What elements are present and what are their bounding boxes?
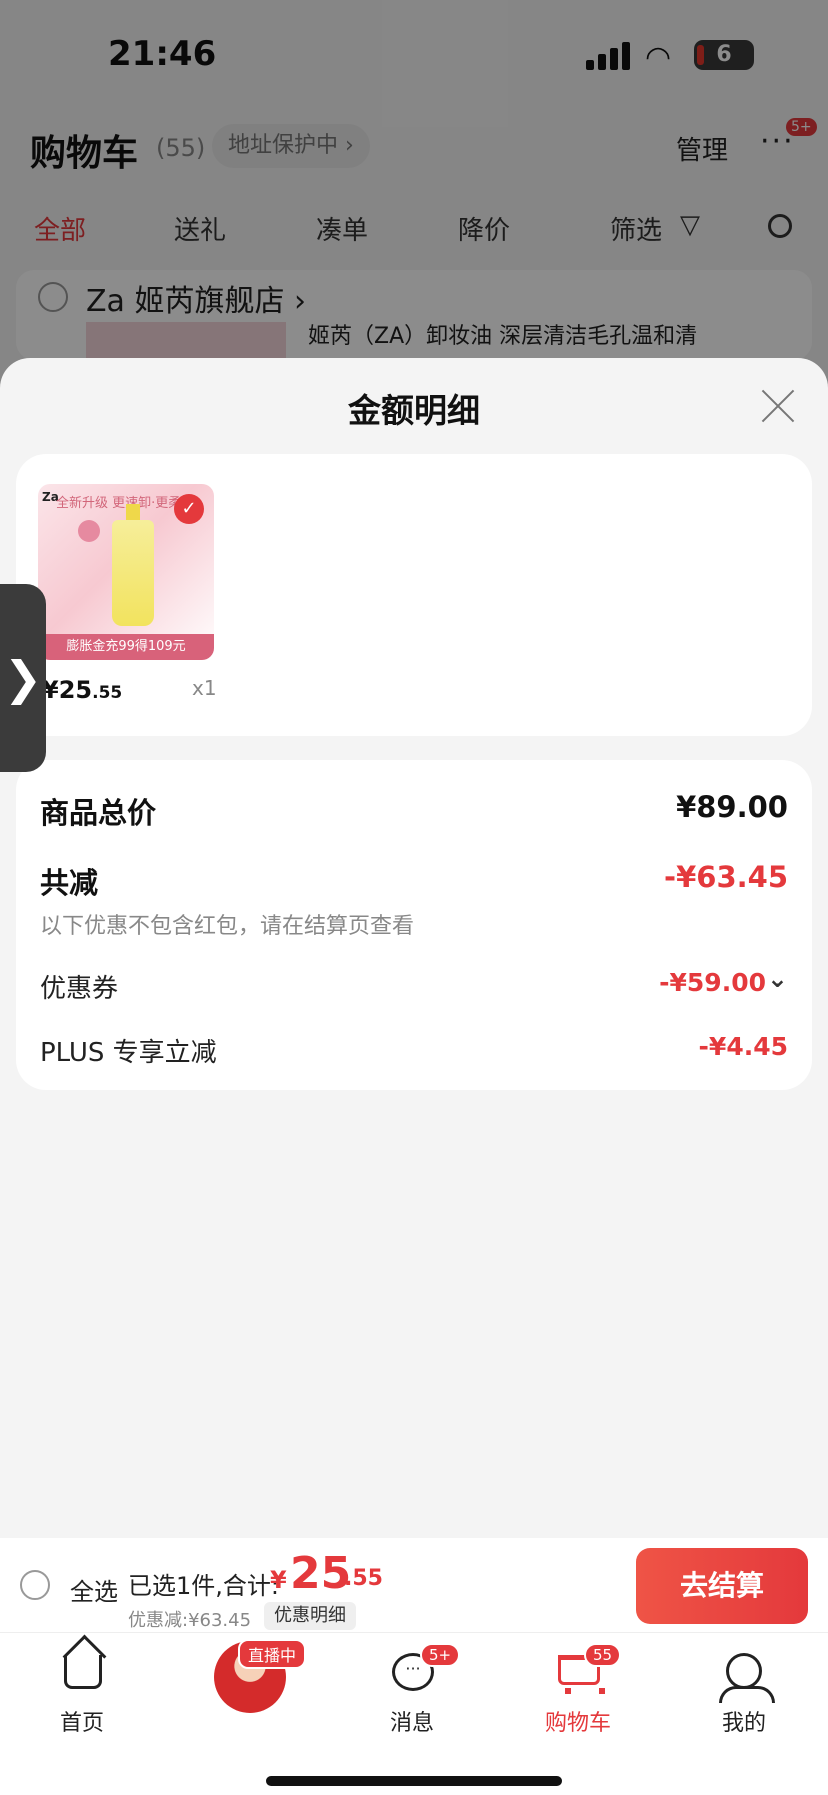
reduce-value: -¥63.45 [664, 860, 788, 894]
discount-note: 以下优惠不包含红包，请在结算页查看 [40, 914, 415, 939]
tab-cart[interactable]: 55 购物车 [518, 1643, 638, 1737]
discount-amount: 优惠减:¥63.45 [128, 1610, 252, 1631]
tab-messages-label: 消息 [389, 1711, 434, 1736]
coupon-label: 优惠券 [40, 974, 119, 1004]
tab-home[interactable]: 首页 [22, 1643, 142, 1737]
select-all-checkbox[interactable] [20, 1570, 50, 1600]
messages-badge: 5+ [420, 1643, 461, 1667]
capacity-badge [78, 520, 100, 542]
total-row: 商品总价 ¥89.00 [40, 790, 788, 830]
discount-detail-button[interactable]: 优惠明细 [264, 1602, 356, 1630]
selected-summary: 已选1件,合计: [128, 1572, 279, 1600]
total-value: ¥89.00 [676, 790, 788, 824]
coupon-row[interactable]: 优惠券 -¥59.00 ⌄ [40, 964, 788, 1004]
items-card: Za 全新升级 更速卸·更柔 膨胀金充99得109元 ✓ ¥25.55 x1 [16, 454, 812, 736]
sheet-title: 金额明细 [348, 391, 480, 430]
total-label: 商品总价 [40, 796, 157, 830]
tab-profile-label: 我的 [721, 1711, 766, 1736]
close-icon[interactable] [760, 388, 796, 424]
tab-home-label: 首页 [59, 1711, 104, 1736]
checkout-button[interactable]: 去结算 [636, 1548, 808, 1624]
image-top-text: 全新升级 更速卸·更柔 [56, 496, 182, 511]
plus-value: -¥4.45 [698, 1032, 788, 1061]
item-quantity: x1 [192, 676, 217, 700]
tab-messages[interactable]: ··· 5+ 消息 [352, 1643, 472, 1737]
select-all-label[interactable]: 全选 [70, 1572, 118, 1607]
reduce-row: 共减 -¥63.45 [40, 860, 788, 900]
plus-label: PLUS 专享立减 [40, 1038, 217, 1068]
product-image[interactable]: Za 全新升级 更速卸·更柔 膨胀金充99得109元 ✓ [38, 484, 214, 660]
total-decimal: .55 [344, 1566, 383, 1591]
note-row: 以下优惠不包含红包，请在结算页查看 [40, 908, 788, 939]
side-expand-icon[interactable]: ❯ [0, 584, 46, 772]
home-icon [64, 1655, 102, 1689]
tab-cart-label: 购物车 [544, 1711, 611, 1736]
cart-badge: 55 [584, 1643, 622, 1667]
profile-icon [719, 1653, 775, 1703]
tab-profile[interactable]: 我的 [684, 1643, 804, 1737]
live-badge: 直播中 [238, 1639, 307, 1669]
total-integer: 25 [290, 1548, 352, 1599]
plus-row: PLUS 专享立减 -¥4.45 [40, 1032, 788, 1068]
bottom-tab-bar: 首页 直播中 ··· 5+ 消息 55 购物车 我的 [0, 1632, 828, 1795]
checkout-bar: 全选 已选1件,合计: ¥ 25 .55 优惠减:¥63.45 优惠明细 去结算 [0, 1538, 828, 1632]
total-currency: ¥ [270, 1566, 287, 1594]
product-bottle [112, 504, 154, 626]
check-icon: ✓ [174, 494, 204, 524]
item-price: ¥25.55 [42, 676, 123, 704]
coupon-value: -¥59.00 [659, 968, 766, 997]
summary-card: 商品总价 ¥89.00 共减 -¥63.45 以下优惠不包含红包，请在结算页查看… [16, 760, 812, 1090]
image-banner: 膨胀金充99得109元 [38, 634, 214, 660]
home-indicator [266, 1776, 562, 1786]
amount-detail-sheet: 金额明细 Za 全新升级 更速卸·更柔 膨胀金充99得109元 ✓ ¥25.55… [0, 358, 828, 1538]
reduce-label: 共减 [40, 866, 99, 900]
chevron-down-icon[interactable]: ⌄ [767, 964, 788, 993]
